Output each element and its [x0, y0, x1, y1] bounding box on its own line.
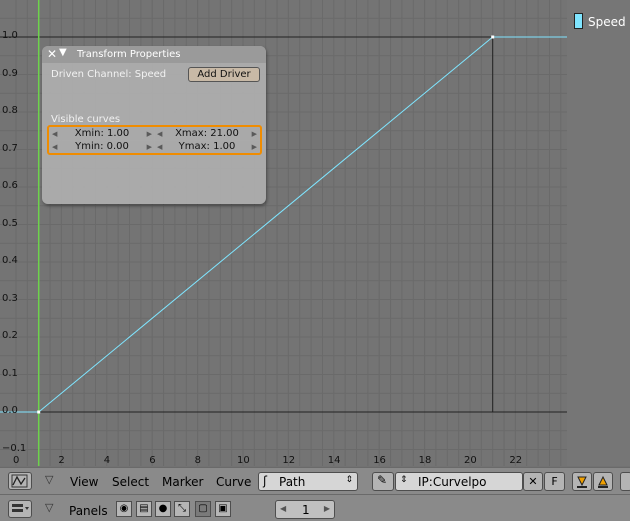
xmin-field[interactable]: ◀ Xmin: 1.00 ▶: [50, 128, 154, 140]
browse-arrows-icon: ⇕: [400, 475, 408, 485]
ipo-block-selector[interactable]: ⇕ IP:Curvelpo: [395, 472, 523, 491]
dropdown-arrows-icon: ⇕: [345, 475, 353, 485]
y-tick-label: 0.1: [2, 367, 18, 379]
decrement-icon[interactable]: ◀: [52, 141, 57, 153]
curve-vertex: [37, 410, 41, 414]
paste-up-icon: [598, 475, 608, 488]
visible-curves-fields: ◀ Xmin: 1.00 ▶ ◀ Xmax: 21.00 ▶ ◀ Ymin: 0…: [47, 125, 262, 155]
x-tick-label: 12: [282, 455, 296, 466]
y-tick-label: 0.9: [2, 67, 18, 79]
pin-icon: ✎: [377, 473, 388, 487]
xmax-field[interactable]: ◀ Xmax: 21.00 ▶: [155, 128, 259, 140]
x-tick-label: 22: [509, 455, 523, 466]
y-tick-label: 0.8: [2, 105, 18, 116]
visible-curves-label: Visible curves: [51, 114, 121, 125]
y-tick-label: −0.1: [2, 442, 27, 454]
x-tick-label: 20: [464, 455, 477, 466]
ipo-type-dropdown[interactable]: ʃ Path ⇕: [258, 472, 358, 491]
panels-label: Panels: [69, 504, 108, 518]
x-tick-label: 8: [194, 455, 201, 466]
increment-icon[interactable]: ▶: [147, 128, 152, 140]
buttons-window-icon: [12, 504, 29, 512]
y-tick-label: 0.6: [2, 180, 18, 191]
buttons-window-header: ▽ Panels ◉ ▤ ● ⤡ ▢ ▣ ◀ 1 ▶: [0, 494, 630, 521]
curve-vertex: [491, 35, 495, 39]
buttons-editor-type-button[interactable]: [8, 500, 32, 518]
editing-context-icon[interactable]: ▢: [195, 501, 211, 517]
editor-type-button[interactable]: [8, 472, 32, 490]
y-tick-label: 1.0: [2, 30, 18, 41]
decrement-icon[interactable]: ◀: [52, 128, 57, 140]
channel-list[interactable]: [567, 0, 630, 466]
increment-icon[interactable]: ▶: [252, 141, 257, 153]
y-tick-label: 0.4: [2, 255, 18, 266]
x-tick-label: 0: [13, 455, 20, 466]
close-icon[interactable]: ✕: [47, 47, 57, 61]
decrement-icon[interactable]: ◀: [157, 128, 162, 140]
ymax-field[interactable]: ◀ Ymax: 1.00 ▶: [155, 141, 259, 153]
path-icon: ʃ: [263, 474, 268, 488]
collapse-menus-icon[interactable]: ▽: [45, 473, 53, 486]
y-tick-label: 0.2: [2, 330, 18, 341]
add-driver-button[interactable]: Add Driver: [188, 67, 260, 82]
menu-curve[interactable]: Curve: [216, 475, 251, 489]
collapse-menus-icon[interactable]: ▽: [45, 501, 53, 514]
scene-context-icon[interactable]: ▣: [215, 501, 231, 517]
x-tick-label: 16: [373, 455, 386, 466]
more-button[interactable]: [620, 472, 630, 491]
pin-button[interactable]: ✎: [372, 472, 394, 491]
menu-view[interactable]: View: [70, 475, 98, 489]
logic-context-icon[interactable]: ◉: [116, 501, 132, 517]
ipo-editor-icon: [11, 474, 28, 488]
script-context-icon[interactable]: ▤: [136, 501, 152, 517]
paste-from-buffer-button[interactable]: [593, 472, 613, 491]
transform-properties-panel: ✕ ▼ Transform Properties Driven Channel:…: [42, 46, 266, 204]
x-tick-label: 10: [237, 455, 250, 466]
x-tick-label: 4: [103, 455, 111, 466]
y-tick-label: 0.3: [2, 292, 18, 304]
decrement-icon[interactable]: ◀: [157, 141, 162, 153]
x-tick-label: 18: [418, 455, 432, 466]
ymin-field[interactable]: ◀ Ymin: 0.00 ▶: [50, 141, 154, 153]
copy-to-buffer-button[interactable]: [572, 472, 592, 491]
channel-name-speed[interactable]: Speed: [588, 15, 626, 29]
x-tick-label: 6: [149, 455, 156, 466]
x-tick-label: 14: [327, 455, 341, 466]
panel-header[interactable]: ✕ ▼ Transform Properties: [42, 46, 266, 63]
y-tick-label: 0.0: [2, 405, 18, 416]
frame-number-field[interactable]: ◀ 1 ▶: [275, 500, 335, 519]
y-tick-label: 0.7: [2, 142, 18, 154]
collapse-icon[interactable]: ▼: [59, 47, 67, 58]
ipo-header: ▽ View Select Marker Curve ʃ Path ⇕ ✎ ⇕ …: [0, 467, 630, 494]
increment-icon[interactable]: ▶: [252, 128, 257, 140]
unlink-ipo-button[interactable]: ✕: [523, 472, 543, 491]
channel-color-swatch[interactable]: [574, 13, 583, 29]
shading-context-icon[interactable]: ●: [155, 501, 171, 517]
increment-icon[interactable]: ▶: [324, 504, 330, 513]
panel-title: Transform Properties: [77, 49, 181, 60]
y-tick-label: 0.5: [2, 217, 18, 229]
x-tick-label: 2: [58, 455, 65, 466]
fake-user-button[interactable]: F: [544, 472, 565, 491]
menu-marker[interactable]: Marker: [162, 475, 203, 489]
menu-select[interactable]: Select: [112, 475, 149, 489]
copy-down-icon: [577, 476, 587, 488]
object-context-icon[interactable]: ⤡: [174, 501, 190, 517]
increment-icon[interactable]: ▶: [147, 141, 152, 153]
driven-channel-label: Driven Channel: Speed: [51, 69, 167, 80]
decrement-icon[interactable]: ◀: [280, 504, 286, 513]
